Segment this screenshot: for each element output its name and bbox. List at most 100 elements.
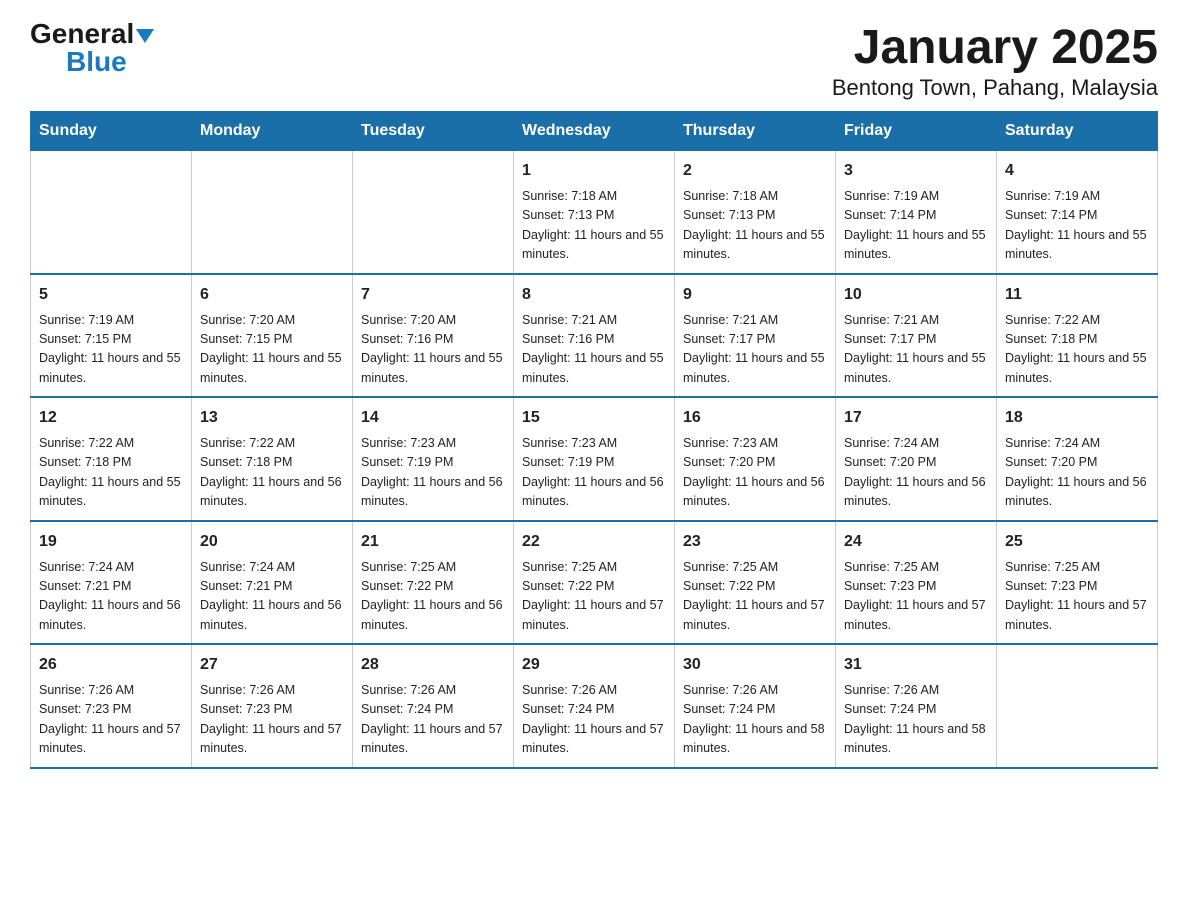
day-number: 26 (39, 653, 183, 677)
calendar-week-1: 1 Sunrise: 7:18 AM Sunset: 7:13 PM Daylig… (31, 151, 1158, 274)
day-number: 7 (361, 283, 505, 307)
day-number: 14 (361, 406, 505, 430)
logo-blue: Blue (66, 48, 127, 76)
day-number: 10 (844, 283, 988, 307)
calendar-cell (192, 151, 353, 274)
logo-general: General (30, 20, 154, 48)
logo-triangle-icon (136, 29, 154, 43)
day-info: Sunrise: 7:21 AM Sunset: 7:17 PM Dayligh… (683, 311, 827, 389)
day-number: 6 (200, 283, 344, 307)
calendar-cell: 9 Sunrise: 7:21 AM Sunset: 7:17 PM Daylig… (675, 274, 836, 398)
day-number: 30 (683, 653, 827, 677)
day-number: 21 (361, 530, 505, 554)
day-info: Sunrise: 7:23 AM Sunset: 7:19 PM Dayligh… (361, 434, 505, 512)
day-number: 1 (522, 159, 666, 183)
calendar-cell: 2 Sunrise: 7:18 AM Sunset: 7:13 PM Daylig… (675, 151, 836, 274)
page-header: General Blue January 2025 Bentong Town, … (30, 20, 1158, 101)
logo: General Blue (30, 20, 154, 76)
calendar-week-3: 12 Sunrise: 7:22 AM Sunset: 7:18 PM Dayli… (31, 397, 1158, 521)
day-number: 12 (39, 406, 183, 430)
day-header-saturday: Saturday (997, 112, 1158, 151)
calendar-cell: 4Sunrise: 7:19 AM Sunset: 7:14 PM Daylig… (997, 151, 1158, 274)
day-number: 5 (39, 283, 183, 307)
day-number: 15 (522, 406, 666, 430)
calendar-cell: 16 Sunrise: 7:23 AM Sunset: 7:20 PM Dayli… (675, 397, 836, 521)
day-info: Sunrise: 7:19 AM Sunset: 7:14 PM Dayligh… (1005, 187, 1149, 265)
calendar-cell: 6Sunrise: 7:20 AM Sunset: 7:15 PM Daylig… (192, 274, 353, 398)
day-info: Sunrise: 7:24 AM Sunset: 7:21 PM Dayligh… (200, 558, 344, 636)
day-info: Sunrise: 7:25 AM Sunset: 7:23 PM Dayligh… (1005, 558, 1149, 636)
day-number: 11 (1005, 283, 1149, 307)
day-number: 22 (522, 530, 666, 554)
calendar-cell: 27Sunrise: 7:26 AM Sunset: 7:23 PM Dayli… (192, 644, 353, 768)
day-number: 17 (844, 406, 988, 430)
calendar-cell: 13 Sunrise: 7:22 AM Sunset: 7:18 PM Dayli… (192, 397, 353, 521)
calendar-cell: 19 Sunrise: 7:24 AM Sunset: 7:21 PM Dayli… (31, 521, 192, 645)
day-number: 19 (39, 530, 183, 554)
day-number: 20 (200, 530, 344, 554)
day-number: 2 (683, 159, 827, 183)
day-info: Sunrise: 7:24 AM Sunset: 7:21 PM Dayligh… (39, 558, 183, 636)
calendar-cell: 31 Sunrise: 7:26 AM Sunset: 7:24 PM Dayli… (836, 644, 997, 768)
day-number: 3 (844, 159, 988, 183)
calendar-week-5: 26Sunrise: 7:26 AM Sunset: 7:23 PM Dayli… (31, 644, 1158, 768)
day-number: 13 (200, 406, 344, 430)
day-number: 9 (683, 283, 827, 307)
calendar-cell (31, 151, 192, 274)
calendar-table: SundayMondayTuesdayWednesdayThursdayFrid… (30, 111, 1158, 769)
day-info: Sunrise: 7:25 AM Sunset: 7:23 PM Dayligh… (844, 558, 988, 636)
day-info: Sunrise: 7:21 AM Sunset: 7:16 PM Dayligh… (522, 311, 666, 389)
day-info: Sunrise: 7:26 AM Sunset: 7:24 PM Dayligh… (522, 681, 666, 759)
calendar-cell: 24 Sunrise: 7:25 AM Sunset: 7:23 PM Dayli… (836, 521, 997, 645)
calendar-cell: 1Sunrise: 7:18 AM Sunset: 7:13 PM Daylig… (514, 151, 675, 274)
calendar-cell: 26Sunrise: 7:26 AM Sunset: 7:23 PM Dayli… (31, 644, 192, 768)
day-number: 29 (522, 653, 666, 677)
day-info: Sunrise: 7:24 AM Sunset: 7:20 PM Dayligh… (844, 434, 988, 512)
day-header-sunday: Sunday (31, 112, 192, 151)
calendar-cell: 18 Sunrise: 7:24 AM Sunset: 7:20 PM Dayli… (997, 397, 1158, 521)
day-info: Sunrise: 7:22 AM Sunset: 7:18 PM Dayligh… (200, 434, 344, 512)
calendar-header: SundayMondayTuesdayWednesdayThursdayFrid… (31, 112, 1158, 151)
day-number: 31 (844, 653, 988, 677)
day-info: Sunrise: 7:22 AM Sunset: 7:18 PM Dayligh… (1005, 311, 1149, 389)
calendar-cell: 29 Sunrise: 7:26 AM Sunset: 7:24 PM Dayli… (514, 644, 675, 768)
calendar-cell: 23 Sunrise: 7:25 AM Sunset: 7:22 PM Dayli… (675, 521, 836, 645)
calendar-cell: 22 Sunrise: 7:25 AM Sunset: 7:22 PM Dayli… (514, 521, 675, 645)
title-block: January 2025 Bentong Town, Pahang, Malay… (832, 20, 1158, 101)
calendar-cell: 11 Sunrise: 7:22 AM Sunset: 7:18 PM Dayli… (997, 274, 1158, 398)
day-info: Sunrise: 7:23 AM Sunset: 7:20 PM Dayligh… (683, 434, 827, 512)
day-number: 16 (683, 406, 827, 430)
day-info: Sunrise: 7:25 AM Sunset: 7:22 PM Dayligh… (683, 558, 827, 636)
calendar-cell: 8 Sunrise: 7:21 AM Sunset: 7:16 PM Daylig… (514, 274, 675, 398)
day-info: Sunrise: 7:18 AM Sunset: 7:13 PM Dayligh… (683, 187, 827, 265)
day-info: Sunrise: 7:24 AM Sunset: 7:20 PM Dayligh… (1005, 434, 1149, 512)
day-info: Sunrise: 7:26 AM Sunset: 7:24 PM Dayligh… (844, 681, 988, 759)
calendar-cell: 3Sunrise: 7:19 AM Sunset: 7:14 PM Daylig… (836, 151, 997, 274)
calendar-week-2: 5 Sunrise: 7:19 AM Sunset: 7:15 PM Daylig… (31, 274, 1158, 398)
calendar-cell (997, 644, 1158, 768)
day-header-row: SundayMondayTuesdayWednesdayThursdayFrid… (31, 112, 1158, 151)
day-info: Sunrise: 7:25 AM Sunset: 7:22 PM Dayligh… (522, 558, 666, 636)
calendar-cell: 15Sunrise: 7:23 AM Sunset: 7:19 PM Dayli… (514, 397, 675, 521)
day-header-friday: Friday (836, 112, 997, 151)
calendar-body: 1 Sunrise: 7:18 AM Sunset: 7:13 PM Daylig… (31, 151, 1158, 768)
calendar-cell: 14 Sunrise: 7:23 AM Sunset: 7:19 PM Dayli… (353, 397, 514, 521)
calendar-week-4: 19 Sunrise: 7:24 AM Sunset: 7:21 PM Dayli… (31, 521, 1158, 645)
day-number: 24 (844, 530, 988, 554)
day-info: Sunrise: 7:19 AM Sunset: 7:15 PM Dayligh… (39, 311, 183, 389)
day-info: Sunrise: 7:20 AM Sunset: 7:16 PM Dayligh… (361, 311, 505, 389)
day-info: Sunrise: 7:26 AM Sunset: 7:24 PM Dayligh… (361, 681, 505, 759)
calendar-cell (353, 151, 514, 274)
day-number: 8 (522, 283, 666, 307)
calendar-cell: 21 Sunrise: 7:25 AM Sunset: 7:22 PM Dayli… (353, 521, 514, 645)
day-header-thursday: Thursday (675, 112, 836, 151)
calendar-cell: 17 Sunrise: 7:24 AM Sunset: 7:20 PM Dayli… (836, 397, 997, 521)
calendar-cell: 28Sunrise: 7:26 AM Sunset: 7:24 PM Dayli… (353, 644, 514, 768)
day-number: 23 (683, 530, 827, 554)
day-header-monday: Monday (192, 112, 353, 151)
calendar-cell: 12Sunrise: 7:22 AM Sunset: 7:18 PM Dayli… (31, 397, 192, 521)
calendar-title: January 2025 (832, 20, 1158, 75)
day-number: 18 (1005, 406, 1149, 430)
day-info: Sunrise: 7:25 AM Sunset: 7:22 PM Dayligh… (361, 558, 505, 636)
calendar-cell: 5 Sunrise: 7:19 AM Sunset: 7:15 PM Daylig… (31, 274, 192, 398)
